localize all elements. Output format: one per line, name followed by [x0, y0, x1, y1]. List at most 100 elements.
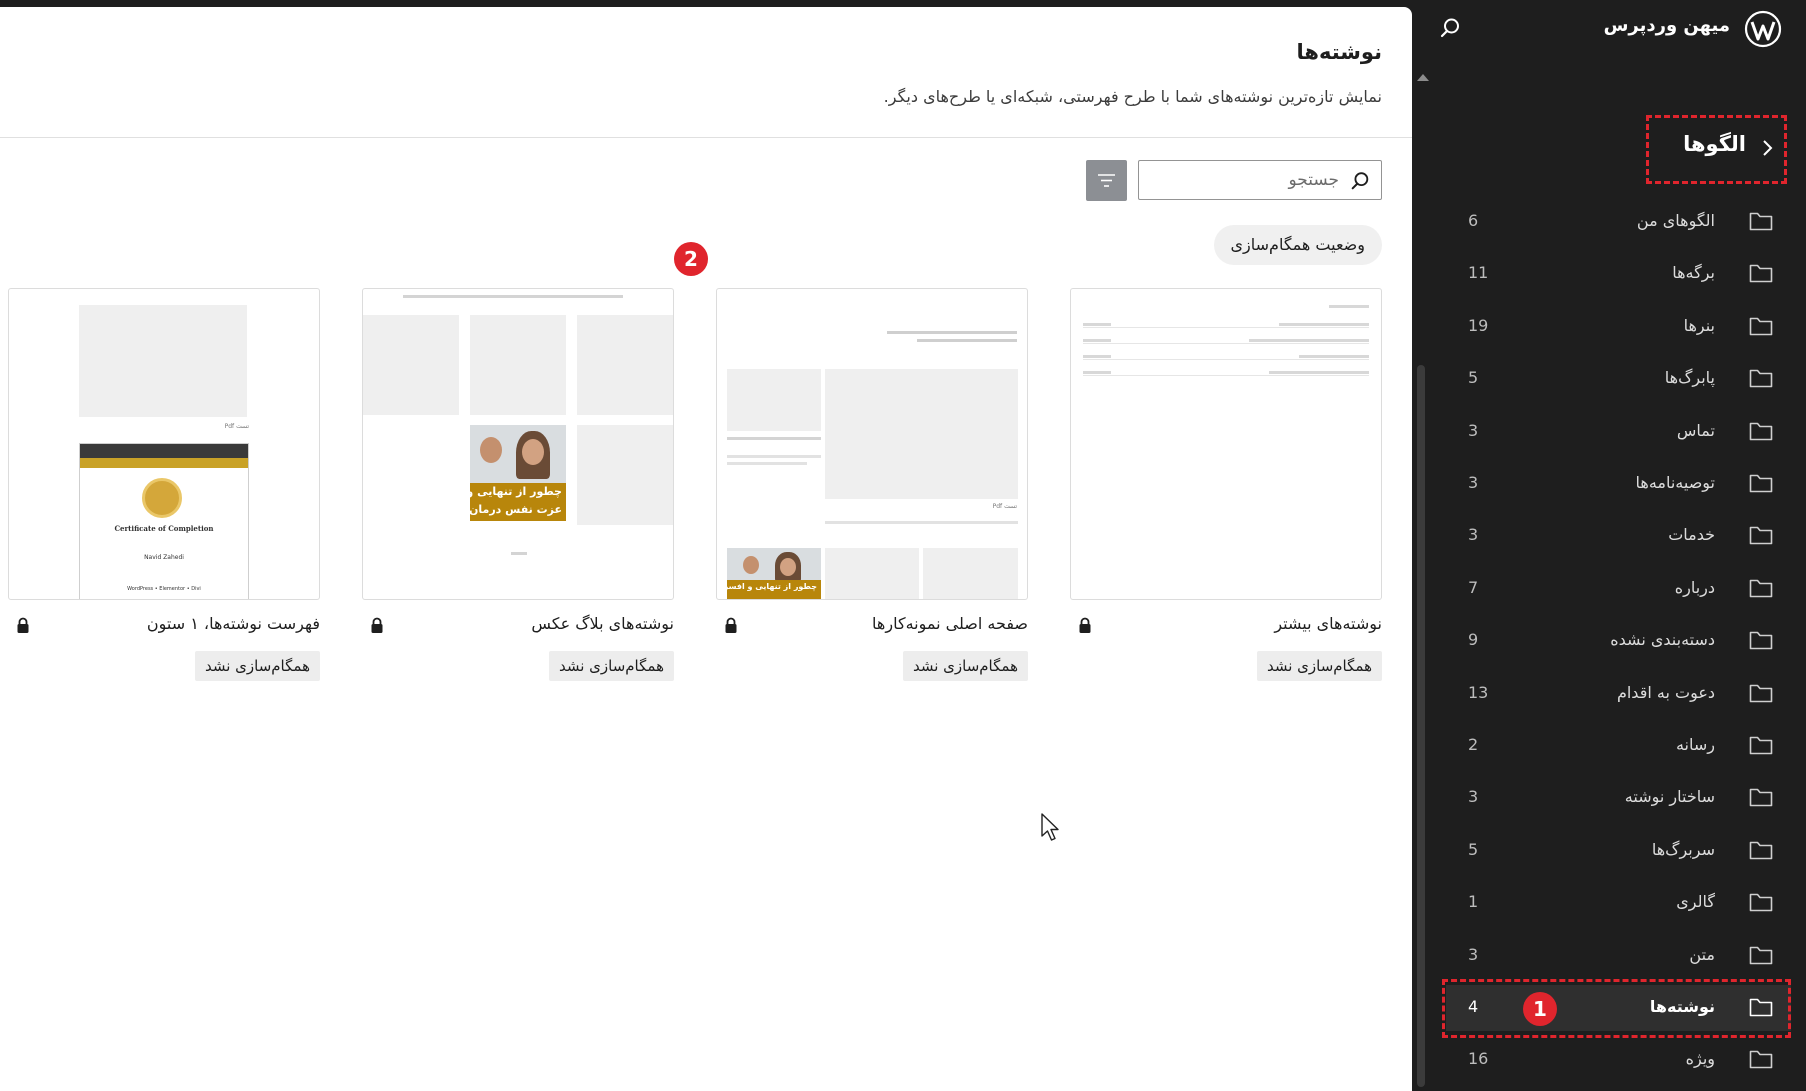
category-count: 1 — [1468, 892, 1479, 912]
lock-icon — [725, 617, 737, 633]
category-name: ساختار نوشته — [1624, 787, 1715, 807]
search-input[interactable] — [1159, 167, 1339, 193]
category-count: 3 — [1468, 525, 1479, 545]
folder-icon — [1749, 265, 1773, 283]
folder-icon — [1749, 841, 1773, 860]
category-count: 19 — [1468, 315, 1489, 335]
category-name: درباره — [1674, 577, 1715, 597]
pattern-preview[interactable]: چطور از تنهایی و افسردگیعزت نفس درمان شو — [362, 288, 674, 600]
sidebar-category-item[interactable]: متن 3 — [1446, 933, 1791, 979]
lock-icon — [371, 617, 383, 633]
sidebar-category-item[interactable]: دسته‌بندی نشده 9 — [1446, 618, 1791, 664]
scroll-up-arrow[interactable] — [1417, 74, 1429, 81]
category-name: متن — [1689, 944, 1715, 964]
sync-status-filter[interactable]: وضعیت همگام‌سازی — [1213, 225, 1382, 265]
category-name: خدمات — [1668, 525, 1715, 545]
category-name: تماس — [1676, 420, 1715, 440]
patterns-back-button[interactable]: الگوها — [1646, 115, 1787, 184]
folder-icon — [1749, 789, 1773, 807]
category-name: دسته‌بندی نشده — [1610, 630, 1715, 650]
sidebar-category-item[interactable]: پابرگ‌ها 5 — [1446, 356, 1791, 402]
pattern-title[interactable]: نوشته‌های بیشتر — [1274, 614, 1382, 633]
sidebar-category-item[interactable]: رسانه 2 — [1446, 723, 1791, 769]
sidebar-category-item[interactable]: ساختار نوشته 3 — [1446, 775, 1791, 821]
category-count: 3 — [1468, 473, 1479, 492]
portrait-image: چطور از تنهایی و افسردگیعزت نفس درمان شو — [470, 425, 566, 521]
category-count: 16 — [1468, 1049, 1489, 1069]
category-count: 6 — [1468, 211, 1479, 230]
sidebar-category-item[interactable]: الگوهای من 6 — [1446, 199, 1791, 245]
pattern-preview[interactable] — [1070, 288, 1382, 600]
sidebar-category-item[interactable]: سربرگ‌ها 5 — [1446, 828, 1791, 874]
sidebar-category-item[interactable]: ویژه 16 — [1446, 1037, 1791, 1083]
sync-status-badge: همگام‌سازی نشد — [548, 651, 674, 681]
pattern-preview[interactable]: تست Pdf Certificate of Completion Navid … — [8, 288, 320, 600]
search-icon[interactable] — [1438, 16, 1462, 40]
folder-icon — [1749, 422, 1773, 440]
category-name: گالری — [1676, 892, 1715, 912]
folder-icon — [1749, 369, 1773, 388]
category-name: نوشته‌ها — [1649, 997, 1715, 1016]
page-title: نوشته‌ها — [1296, 40, 1382, 64]
folder-icon — [1749, 684, 1773, 702]
page-description: نمایش تازه‌ترین نوشته‌های شما با طرح فهر… — [883, 87, 1382, 106]
category-name: پابرگ‌ها — [1664, 368, 1715, 388]
sidebar-category-item[interactable]: گالری 1 — [1446, 880, 1791, 926]
category-count: 4 — [1468, 997, 1479, 1016]
portrait-image: چطور از تنهایی و افسردگی — [727, 548, 821, 599]
folder-icon — [1749, 317, 1773, 336]
search-icon — [1351, 172, 1369, 190]
folder-icon — [1749, 998, 1773, 1017]
category-count: 11 — [1468, 263, 1489, 283]
category-name: ویژه — [1685, 1049, 1715, 1069]
folder-icon — [1749, 893, 1773, 912]
step-annotation-2: 2 — [674, 242, 708, 276]
folder-icon — [1749, 736, 1773, 755]
category-count: 3 — [1468, 944, 1479, 964]
step-annotation-1: 1 — [1523, 992, 1557, 1026]
folder-icon — [1749, 212, 1773, 231]
sidebar-scrollbar[interactable] — [1417, 365, 1425, 1087]
sidebar-category-item[interactable]: نوشته‌ها 4 — [1446, 985, 1791, 1031]
pdf-label: تست Pdf — [992, 503, 1017, 510]
pattern-title[interactable]: نوشته‌های بلاگ عکس — [531, 614, 674, 633]
mouse-cursor-icon — [1041, 813, 1059, 841]
folder-icon — [1749, 579, 1773, 598]
category-count: 9 — [1468, 630, 1479, 650]
sidebar-category-item[interactable]: دعوت به اقدام 13 — [1446, 671, 1791, 717]
category-count: 3 — [1468, 787, 1479, 807]
sidebar-category-item[interactable]: تماس 3 — [1446, 409, 1791, 455]
pattern-preview[interactable]: تست Pdf چطور از تنهایی و افسردگی — [716, 288, 1028, 600]
filter-icon — [1098, 174, 1115, 187]
site-name[interactable]: میهن وردپرس — [1604, 15, 1730, 36]
wordpress-logo-icon[interactable] — [1744, 10, 1782, 48]
chevron-right-icon — [1763, 140, 1773, 156]
patterns-main-panel: نوشته‌ها نمایش تازه‌ترین نوشته‌های شما ب… — [0, 7, 1412, 1091]
pattern-title[interactable]: صفحه اصلی نمونه‌کارها — [872, 614, 1028, 633]
sidebar-category-item[interactable]: توصیه‌نامه‌ها 3 — [1446, 461, 1791, 507]
sidebar-category-item[interactable]: درباره 7 — [1446, 566, 1791, 612]
category-name: بنرها — [1683, 315, 1715, 335]
category-name: دعوت به اقدام — [1616, 682, 1715, 702]
sidebar-category-item[interactable]: برگه‌ها 11 — [1446, 251, 1791, 297]
category-count: 2 — [1468, 735, 1479, 754]
folder-icon — [1749, 527, 1773, 545]
lock-icon — [1079, 617, 1091, 633]
sidebar-category-item[interactable]: خدمات 3 — [1446, 513, 1791, 559]
filter-button[interactable] — [1086, 160, 1127, 201]
category-name: رسانه — [1675, 735, 1715, 754]
lock-icon — [17, 617, 29, 633]
folder-icon — [1749, 946, 1773, 964]
sidebar-category-item[interactable]: بنرها 19 — [1446, 304, 1791, 350]
search-field[interactable] — [1138, 160, 1382, 200]
category-count: 7 — [1468, 577, 1479, 597]
category-name: سربرگ‌ها — [1651, 839, 1715, 859]
pdf-label: تست Pdf — [224, 423, 249, 430]
certificate-image: Certificate of Completion Navid Zahedi W… — [79, 443, 249, 599]
category-count: 13 — [1468, 682, 1489, 702]
category-name: الگوهای من — [1636, 211, 1715, 230]
pattern-title[interactable]: فهرست نوشته‌ها، ۱ ستون — [147, 614, 320, 633]
nav-title: الگوها — [1683, 132, 1746, 156]
folder-icon — [1749, 474, 1773, 493]
folder-icon — [1749, 631, 1773, 650]
